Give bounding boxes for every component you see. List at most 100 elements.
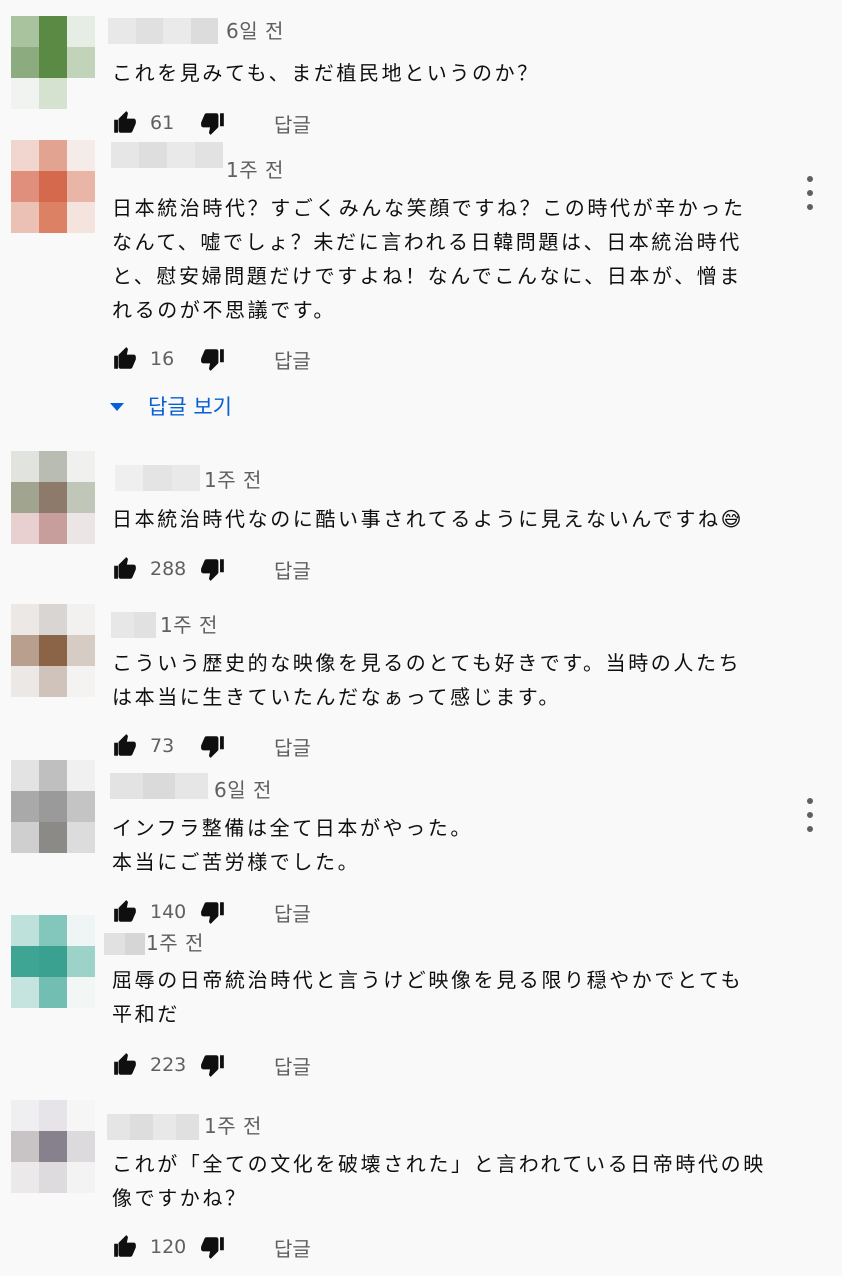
view-replies-label: 답글 보기 [148,395,232,419]
author-name-blurred[interactable] [111,612,156,638]
avatar-pixel [39,822,67,853]
avatar-pixel [67,946,95,977]
comment-time[interactable]: 1주 전 [226,156,284,184]
comment-actions: 140 답글 [112,897,311,927]
avatar-pixel [39,977,67,1008]
comment-time[interactable]: 1주 전 [204,1112,262,1140]
avatar[interactable] [11,1100,95,1193]
thumb-up-icon[interactable] [112,556,138,582]
reply-button[interactable]: 답글 [274,1233,311,1262]
chevron-down-icon [110,403,124,411]
avatar-pixel [39,78,67,109]
avatar-pixel [11,915,39,946]
avatar-pixel [67,16,95,47]
name-blur-block [167,142,195,168]
author-name-blurred[interactable] [107,1114,199,1140]
avatar-pixel [11,822,39,853]
avatar-pixel [11,666,39,697]
avatar-pixel [67,977,95,1008]
comment-text: 屈辱の日帝統治時代と言うけど映像を見る限り穏やかでとても 平和だ [112,968,744,1026]
avatar[interactable] [11,140,95,233]
view-replies-button[interactable]: 답글 보기 [110,391,232,421]
comment-time[interactable]: 6일 전 [226,17,284,45]
avatar-pixel [39,202,67,233]
comment-text: 日本統治時代なのに酷い事されてるように見えないんですね😅 [112,507,745,531]
thumb-up-icon[interactable] [112,346,138,372]
author-name-blurred[interactable] [110,773,209,799]
thumb-up-icon[interactable] [112,110,138,136]
name-blur-block [171,465,200,491]
avatar-pixel [67,760,95,791]
name-blur-block [124,933,145,955]
avatar-pixel [11,791,39,822]
name-blur-block [104,933,125,955]
avatar-pixel [67,47,95,78]
thumb-up-icon[interactable] [112,1052,138,1078]
thumb-down-icon[interactable] [200,346,226,372]
name-blur-block [163,18,191,44]
avatar-pixel [11,451,39,482]
name-blur-block [108,18,136,44]
avatar-pixel [39,1162,67,1193]
avatar-pixel [39,1131,67,1162]
thumb-down-icon[interactable] [200,733,226,759]
avatar[interactable] [11,451,95,544]
name-blur-block [195,142,223,168]
thumb-up-icon[interactable] [112,899,138,925]
thumb-down-icon[interactable] [200,1234,226,1260]
thumb-down-icon[interactable] [200,899,226,925]
author-name-blurred[interactable] [104,933,145,955]
author-name-blurred[interactable] [111,142,223,168]
thumb-up-icon[interactable] [112,733,138,759]
like-count: 16 [150,348,175,370]
avatar[interactable] [11,760,95,853]
comment-time[interactable]: 6일 전 [214,776,272,804]
avatar[interactable] [11,604,95,697]
reply-button[interactable]: 답글 [274,555,311,584]
name-blur-block [175,773,209,799]
reply-button[interactable]: 답글 [274,898,311,927]
avatar-pixel [11,1100,39,1131]
like-count: 140 [150,901,187,923]
thumb-down-icon[interactable] [200,110,226,136]
avatar-pixel [39,47,67,78]
reply-button[interactable]: 답글 [274,732,311,761]
comment-time[interactable]: 1주 전 [160,611,218,639]
comment-actions: 61 답글 [112,108,311,138]
avatar-pixel [11,202,39,233]
name-blur-block [139,142,167,168]
name-blur-block [107,1114,130,1140]
comment-time[interactable]: 1주 전 [204,466,262,494]
avatar-pixel [67,791,95,822]
comment-text: これが「全ての文化を破壊された」と言われている日帝時代の映 像ですかね？ [112,1152,766,1210]
avatar-pixel [11,16,39,47]
comment-time[interactable]: 1주 전 [146,929,204,957]
comment-actions: 288 답글 [112,554,311,584]
avatar[interactable] [11,16,95,109]
reply-button[interactable]: 답글 [274,345,311,374]
like-count: 61 [150,112,175,134]
more-vert-icon[interactable] [802,176,818,210]
avatar-pixel [39,791,67,822]
author-name-blurred[interactable] [115,465,200,491]
avatar-pixel [11,78,39,109]
author-name-blurred[interactable] [108,18,218,44]
avatar-pixel [39,140,67,171]
avatar-pixel [39,451,67,482]
more-vert-icon[interactable] [802,798,818,832]
avatar-pixel [67,1162,95,1193]
thumb-down-icon[interactable] [200,1052,226,1078]
thumb-down-icon[interactable] [200,556,226,582]
like-count: 223 [150,1054,187,1076]
avatar-pixel [67,1131,95,1162]
reply-button[interactable]: 답글 [274,1051,311,1080]
avatar-pixel [67,822,95,853]
thumb-up-icon[interactable] [112,1234,138,1260]
name-blur-block [133,612,156,638]
avatar-pixel [67,451,95,482]
reply-button[interactable]: 답글 [274,109,311,138]
avatar[interactable] [11,915,95,1008]
avatar-pixel [11,760,39,791]
like-count: 288 [150,558,187,580]
avatar-pixel [67,202,95,233]
